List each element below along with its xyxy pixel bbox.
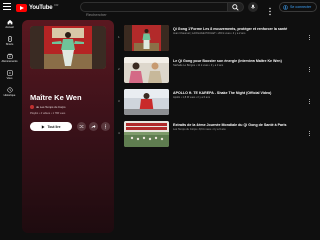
video-thumbnail[interactable] — [124, 121, 169, 147]
playlist-owner[interactable]: de Les Temps du Corps — [30, 105, 66, 109]
shuffle-icon — [79, 125, 84, 128]
youtube-logo-icon — [16, 3, 27, 12]
account-icon — [283, 4, 288, 10]
video-title[interactable]: APOLLO ft. TE KAREPA - Shake The Night (… — [173, 91, 305, 95]
guide-item-label: Abonnements — [1, 59, 18, 63]
share-button[interactable] — [89, 122, 98, 131]
video-menu-icon[interactable] — [308, 131, 311, 138]
microphone-icon — [250, 4, 256, 9]
history-icon — [6, 86, 13, 93]
playlist-title: Maître Ke Wen — [30, 93, 82, 102]
search-box — [80, 2, 228, 19]
more-actions-button[interactable] — [101, 122, 110, 131]
guide-item-label: Shorts — [5, 42, 14, 46]
video-meta: Jean Chaumet | LAOGAGE POULET • 200 k vu… — [173, 32, 246, 35]
shuffle-button[interactable] — [77, 122, 86, 131]
video-meta: Nathalie Le Borgne • 11 k vues • il y a … — [173, 64, 224, 67]
video-thumbnail[interactable] — [124, 89, 169, 115]
play-all-label: Tout lire — [47, 124, 61, 129]
list-item[interactable]: 3 APOLLO ft. TE KAREPA - Shake The Night… — [118, 86, 316, 118]
video-title[interactable]: Qi Gong 1'Forme Les 8 mouvements, protég… — [173, 27, 305, 31]
video-menu-icon[interactable] — [308, 99, 311, 106]
guide-item-label: Accueil — [5, 25, 14, 29]
video-meta: Les Temps du Corps • 8,6 k vues • il y a… — [173, 128, 226, 131]
menu-icon[interactable] — [3, 3, 11, 11]
guide-item-shorts[interactable]: Shorts — [0, 32, 19, 49]
you-icon — [6, 69, 13, 76]
video-index: 3 — [118, 99, 120, 103]
sign-in-label: Se connecter — [290, 5, 312, 9]
video-menu-icon[interactable] — [308, 35, 311, 42]
shorts-icon — [7, 35, 12, 42]
guide-item-subscriptions[interactable]: Abonnements — [0, 49, 19, 66]
guide-item-you[interactable]: Vous — [0, 66, 19, 83]
share-icon — [91, 125, 96, 129]
search-input[interactable] — [81, 10, 227, 19]
sign-in-button[interactable]: Se connecter — [279, 2, 317, 12]
video-thumbnail[interactable] — [124, 25, 169, 51]
playlist-cover-image[interactable] — [30, 26, 106, 69]
video-index: 2 — [118, 67, 120, 71]
playlist-header-panel: Maître Ke Wen de Les Temps du Corps Play… — [22, 20, 114, 233]
voice-search-button[interactable] — [248, 2, 258, 12]
play-icon — [42, 124, 46, 129]
logo-text: YouTube — [29, 4, 53, 11]
video-meta: Apollo • 1,8 M vues • il y a 6 ans — [173, 96, 210, 99]
top-bar: YouTube FR Se connecter — [0, 0, 320, 19]
search-icon — [232, 4, 239, 11]
search-button[interactable] — [228, 2, 244, 12]
guide-item-home[interactable]: Accueil — [0, 15, 19, 32]
playlist-owner-name: de Les Temps du Corps — [36, 105, 66, 109]
video-index: 1 — [118, 35, 120, 39]
video-title[interactable]: Le Qi Gong pour Booster son énergie (Int… — [173, 59, 305, 63]
guide-item-history[interactable]: Historique — [0, 83, 19, 100]
video-menu-icon[interactable] — [308, 67, 311, 74]
more-vertical-icon — [105, 124, 106, 129]
playlist-meta: Playlist • 4 vidéos • 1 786 vues — [30, 112, 66, 115]
guide-item-label: Historique — [3, 93, 16, 97]
avatar — [30, 105, 34, 109]
video-title[interactable]: Extraits de la 4ème Journée Mondiale du … — [173, 123, 305, 127]
mini-guide: Accueil Shorts Abonnements Vous Historiq… — [0, 15, 19, 100]
subscriptions-icon — [6, 53, 13, 59]
video-thumbnail[interactable] — [124, 57, 169, 83]
playlist-video-list: 1 Qi Gong 1'Forme Les 8 mouvements, prot… — [118, 22, 316, 150]
list-item[interactable]: 1 Qi Gong 1'Forme Les 8 mouvements, prot… — [118, 22, 316, 54]
guide-item-label: Vous — [6, 76, 13, 80]
list-item[interactable]: 2 Le Qi Gong pour Booster son énergie (I… — [118, 54, 316, 86]
settings-kebab-icon[interactable] — [268, 3, 272, 16]
youtube-logo[interactable]: YouTube FR — [16, 3, 58, 12]
list-item[interactable]: 4 Extraits de la 4ème Journée Mondiale d… — [118, 118, 316, 150]
video-index: 4 — [118, 131, 120, 135]
home-icon — [7, 19, 12, 24]
region-code: FR — [54, 3, 59, 7]
play-all-button[interactable]: Tout lire — [30, 122, 72, 131]
